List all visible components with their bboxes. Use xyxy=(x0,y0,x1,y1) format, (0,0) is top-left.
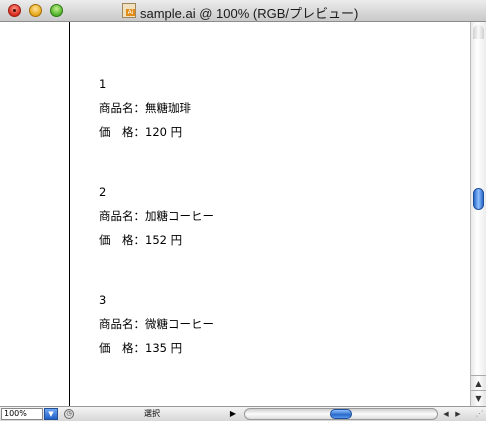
scroll-down-arrow-icon[interactable]: ▼ xyxy=(471,390,486,406)
product-price: 価 格：152 円 xyxy=(99,233,183,247)
title-bar[interactable]: Ai sample.ai @ 100% (RGB/プレビュー) xyxy=(0,0,486,22)
product-block-2[interactable]: 2 商品名：加糖コーヒー 価 格：152 円 xyxy=(99,185,214,257)
product-number: 1 xyxy=(99,77,107,91)
vertical-scroll-thumb[interactable] xyxy=(473,188,484,210)
ai-file-icon[interactable]: Ai xyxy=(122,3,136,18)
zoom-window-button[interactable] xyxy=(50,4,63,17)
document-canvas[interactable]: 1 商品名：無糖珈琲 価 格：120 円 2 商品名：加糖コーヒー 価 格：15… xyxy=(0,22,470,406)
current-tool-status[interactable]: 選択 xyxy=(78,408,226,420)
status-clock-icon[interactable]: ◷ xyxy=(64,409,74,419)
margin-guide xyxy=(69,22,70,406)
scroll-up-arrow-icon[interactable]: ▲ xyxy=(471,375,486,391)
close-window-button[interactable] xyxy=(8,4,21,17)
vertical-scrollbar[interactable]: ▲ ▼ xyxy=(470,22,486,406)
horizontal-scrollbar[interactable] xyxy=(244,408,438,420)
product-price: 価 格：120 円 xyxy=(99,125,183,139)
minimize-window-button[interactable] xyxy=(29,4,42,17)
product-name: 商品名：無糖珈琲 xyxy=(99,101,191,115)
horizontal-scroll-thumb[interactable] xyxy=(330,409,352,419)
product-block-3[interactable]: 3 商品名：微糖コーヒー 価 格：135 円 xyxy=(99,293,214,365)
resize-grip-icon[interactable]: ⋰ xyxy=(474,408,485,420)
product-number: 2 xyxy=(99,185,107,199)
zoom-dropdown-icon[interactable]: ▼ xyxy=(44,408,58,420)
scrollbar-endcap xyxy=(473,25,484,39)
status-menu-arrow-icon[interactable]: ▶ xyxy=(228,408,238,420)
zoom-level-field[interactable]: 100% xyxy=(1,408,43,420)
window-title: sample.ai @ 100% (RGB/プレビュー) xyxy=(140,6,359,21)
scroll-right-arrow-icon[interactable]: ▶ xyxy=(452,408,464,420)
scroll-left-arrow-icon[interactable]: ◀ xyxy=(440,408,452,420)
close-dot-icon xyxy=(13,9,16,12)
product-name: 商品名：加糖コーヒー xyxy=(99,209,214,223)
product-number: 3 xyxy=(99,293,107,307)
ai-badge: Ai xyxy=(126,9,135,16)
product-name: 商品名：微糖コーヒー xyxy=(99,317,214,331)
product-block-1[interactable]: 1 商品名：無糖珈琲 価 格：120 円 xyxy=(99,77,191,149)
status-bar: 100% ▼ ◷ 選択 ▶ ◀ ▶ ⋰ xyxy=(0,406,486,421)
product-price: 価 格：135 円 xyxy=(99,341,183,355)
